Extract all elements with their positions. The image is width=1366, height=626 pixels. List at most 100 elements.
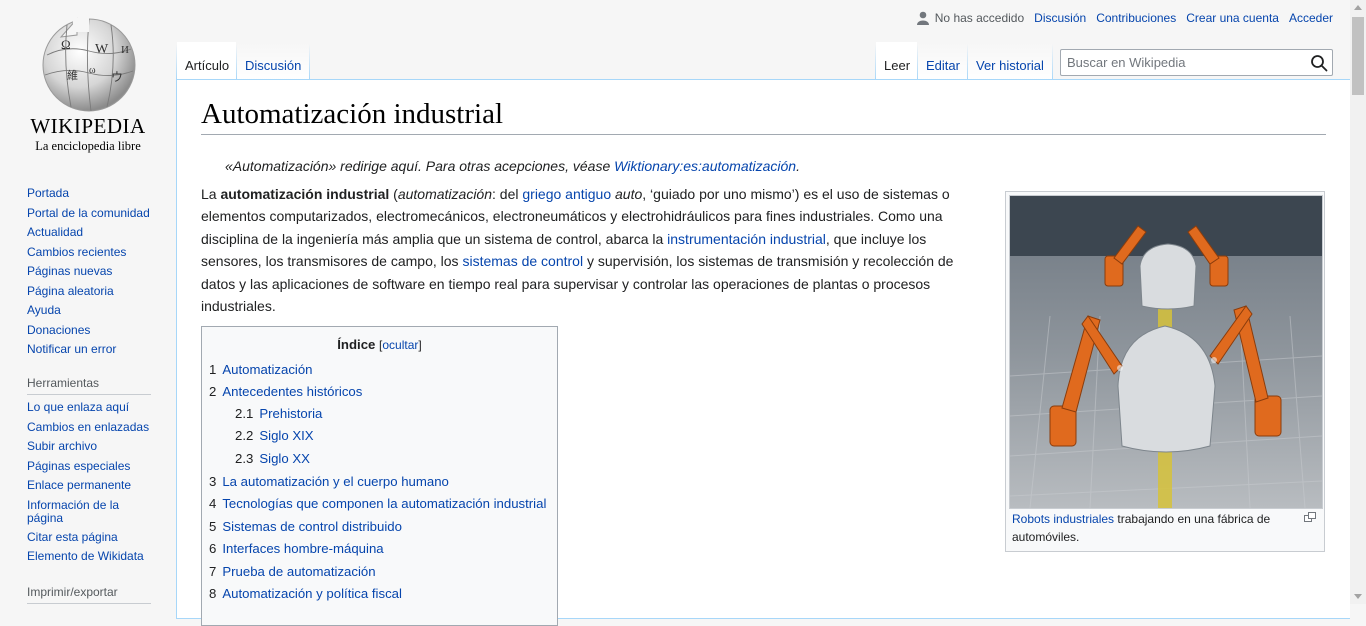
toc-number: 2.2 xyxy=(235,428,254,443)
personal-contribuciones-link[interactable]: Contribuciones xyxy=(1096,11,1176,25)
hatnote: «Automatización» redirige aquí. Para otr… xyxy=(225,158,800,174)
figure-caption: Robots industriales trabajando en una fá… xyxy=(1012,510,1292,546)
sidebar-item-portada[interactable]: Portada xyxy=(27,184,167,204)
sidebar-item-paginas-especiales[interactable]: Páginas especiales xyxy=(27,457,167,477)
toc-link[interactable]: Siglo XX xyxy=(259,451,310,466)
figure-image[interactable] xyxy=(1009,195,1323,509)
svg-text:ω: ω xyxy=(89,65,96,76)
lead-text: ( xyxy=(389,186,398,202)
tab-articulo[interactable]: Artículo xyxy=(177,42,236,80)
anon-status: No has accedido xyxy=(934,11,1025,25)
svg-text:W: W xyxy=(95,42,109,57)
link-sistemas-de-control[interactable]: sistemas de control xyxy=(462,253,583,269)
toc-link[interactable]: Interfaces hombre-máquina xyxy=(222,541,383,556)
toc-item[interactable]: 2.1 Prehistoria xyxy=(235,406,322,421)
sidebar-navigation: Portada Portal de la comunidad Actualida… xyxy=(27,184,167,360)
content-area: Automatización industrial «Automatizació… xyxy=(176,79,1350,626)
hatnote-text: «Automatización» redirige aquí. Para otr… xyxy=(225,158,615,174)
sidebar-tools: Lo que enlaza aquí Cambios en enlazadas … xyxy=(27,398,167,567)
toc-item[interactable]: 2.2 Siglo XIX xyxy=(235,428,314,443)
toc-link[interactable]: Tecnologías que componen la automatizaci… xyxy=(222,496,546,511)
enlarge-icon[interactable] xyxy=(1304,512,1316,522)
toc-number: 2.1 xyxy=(235,406,254,421)
link-griego-antiguo[interactable]: griego antiguo xyxy=(522,186,611,202)
sidebar-item-pagina-aleatoria[interactable]: Página aleatoria xyxy=(27,282,167,302)
tab-ver-historial[interactable]: Ver historial xyxy=(968,42,1052,80)
toc-item[interactable]: 3 La automatización y el cuerpo humano xyxy=(209,474,449,489)
personal-discusion-link[interactable]: Discusión xyxy=(1034,11,1086,25)
sidebar-item-lo-que-enlaza[interactable]: Lo que enlaza aquí xyxy=(27,398,167,418)
toc-item[interactable]: 1 Automatización xyxy=(209,362,313,377)
tab-separator xyxy=(309,44,310,80)
wikipedia-logo[interactable]: Ω W И 維 ウ ω WIKIPEDIA La enciclopedia li… xyxy=(0,0,176,160)
toc-number: 3 xyxy=(209,474,217,489)
toc-link[interactable]: Automatización xyxy=(222,362,312,377)
search-icon[interactable] xyxy=(1310,54,1328,72)
toc-item[interactable]: 2.3 Siglo XX xyxy=(235,451,310,466)
personal-tools: No has accedido Discusión Contribuciones… xyxy=(916,11,1333,25)
tab-discusion[interactable]: Discusión xyxy=(237,42,309,80)
sidebar-item-portal-comunidad[interactable]: Portal de la comunidad xyxy=(27,204,167,224)
user-icon xyxy=(916,11,929,25)
sidebar-item-informacion-pagina[interactable]: Información de la página xyxy=(27,496,137,528)
tab-separator xyxy=(1052,44,1053,80)
sidebar-item-cambios-recientes[interactable]: Cambios recientes xyxy=(27,243,167,263)
hatnote-link[interactable]: Wiktionary:es:automatización xyxy=(614,158,796,174)
lead-text: La xyxy=(201,186,221,202)
toc-item[interactable]: 2 Antecedentes históricos xyxy=(209,384,362,399)
sidebar-item-enlace-permanente[interactable]: Enlace permanente xyxy=(27,476,167,496)
create-account-link[interactable]: Crear una cuenta xyxy=(1186,11,1279,25)
search-input[interactable] xyxy=(1061,50,1307,75)
sidebar-heading-imprimir[interactable]: Imprimir/exportar xyxy=(27,585,151,604)
toc-link[interactable]: La automatización y el cuerpo humano xyxy=(222,474,449,489)
toc-number: 2 xyxy=(209,384,217,399)
toc-item[interactable]: 7 Prueba de automatización xyxy=(209,564,376,579)
sidebar-item-subir-archivo[interactable]: Subir archivo xyxy=(27,437,167,457)
toc-heading: Índice xyxy=(337,337,376,352)
sidebar-item-citar-pagina[interactable]: Citar esta página xyxy=(27,528,167,548)
lead-bold-term: automatización industrial xyxy=(220,186,390,202)
table-of-contents: Índice [ocultar] 1 Automatización 2 Antece… xyxy=(201,326,558,626)
sidebar-item-wikidata[interactable]: Elemento de Wikidata xyxy=(27,547,167,567)
toc-link[interactable]: Sistemas de control distribuido xyxy=(222,519,402,534)
page-scrollbar[interactable] xyxy=(1350,0,1366,604)
tab-editar[interactable]: Editar xyxy=(918,42,967,80)
toc-link[interactable]: Automatización y política fiscal xyxy=(222,586,402,601)
sidebar-item-actualidad[interactable]: Actualidad xyxy=(27,223,167,243)
toc-item[interactable]: 4 Tecnologías que componen la automatizac… xyxy=(209,496,546,511)
sidebar-item-cambios-enlazadas[interactable]: Cambios en enlazadas xyxy=(27,418,167,438)
toc-link[interactable]: Siglo XIX xyxy=(259,428,313,443)
sidebar-item-donaciones[interactable]: Donaciones xyxy=(27,321,167,341)
toc-item[interactable]: 6 Interfaces hombre-máquina xyxy=(209,541,384,556)
toc-number: 1 xyxy=(209,362,217,377)
sidebar-item-paginas-nuevas[interactable]: Páginas nuevas xyxy=(27,262,167,282)
login-link[interactable]: Acceder xyxy=(1289,11,1333,25)
toc-item[interactable]: 5 Sistemas de control distribuido xyxy=(209,519,402,534)
lead-paragraph: La automatización industrial (automatiza… xyxy=(201,183,971,317)
svg-text:ウ: ウ xyxy=(111,70,123,84)
page-title: Automatización industrial xyxy=(201,98,1326,135)
toc-number: 4 xyxy=(209,496,217,511)
toc-bracket: ] xyxy=(418,338,422,352)
search-box xyxy=(1060,49,1333,76)
toc-link[interactable]: Prehistoria xyxy=(259,406,322,421)
toc-number: 8 xyxy=(209,586,217,601)
scroll-up-arrow-icon[interactable] xyxy=(1354,5,1362,10)
sidebar-item-notificar-error[interactable]: Notificar un error xyxy=(27,340,167,360)
robots-factory-illustration xyxy=(1010,196,1322,508)
toc-item[interactable]: 8 Automatización y política fiscal xyxy=(209,586,402,601)
sidebar-item-ayuda[interactable]: Ayuda xyxy=(27,301,167,321)
toc-number: 2.3 xyxy=(235,451,254,466)
toc-link[interactable]: Prueba de automatización xyxy=(222,564,375,579)
tab-leer[interactable]: Leer xyxy=(876,42,917,80)
wikipedia-globe-icon: Ω W И 維 ウ ω xyxy=(42,17,136,112)
wikipedia-wordmark: WIKIPEDIA xyxy=(30,114,146,138)
caption-link-robots[interactable]: Robots industriales xyxy=(1012,512,1114,526)
link-instrumentacion-industrial[interactable]: instrumentación industrial xyxy=(667,231,826,247)
toc-toggle-link[interactable]: ocultar xyxy=(382,338,418,352)
scroll-thumb[interactable] xyxy=(1352,17,1364,95)
scroll-down-arrow-icon[interactable] xyxy=(1354,594,1362,599)
toc-number: 5 xyxy=(209,519,217,534)
sidebar-heading-herramientas[interactable]: Herramientas xyxy=(27,376,151,395)
toc-link[interactable]: Antecedentes históricos xyxy=(222,384,362,399)
